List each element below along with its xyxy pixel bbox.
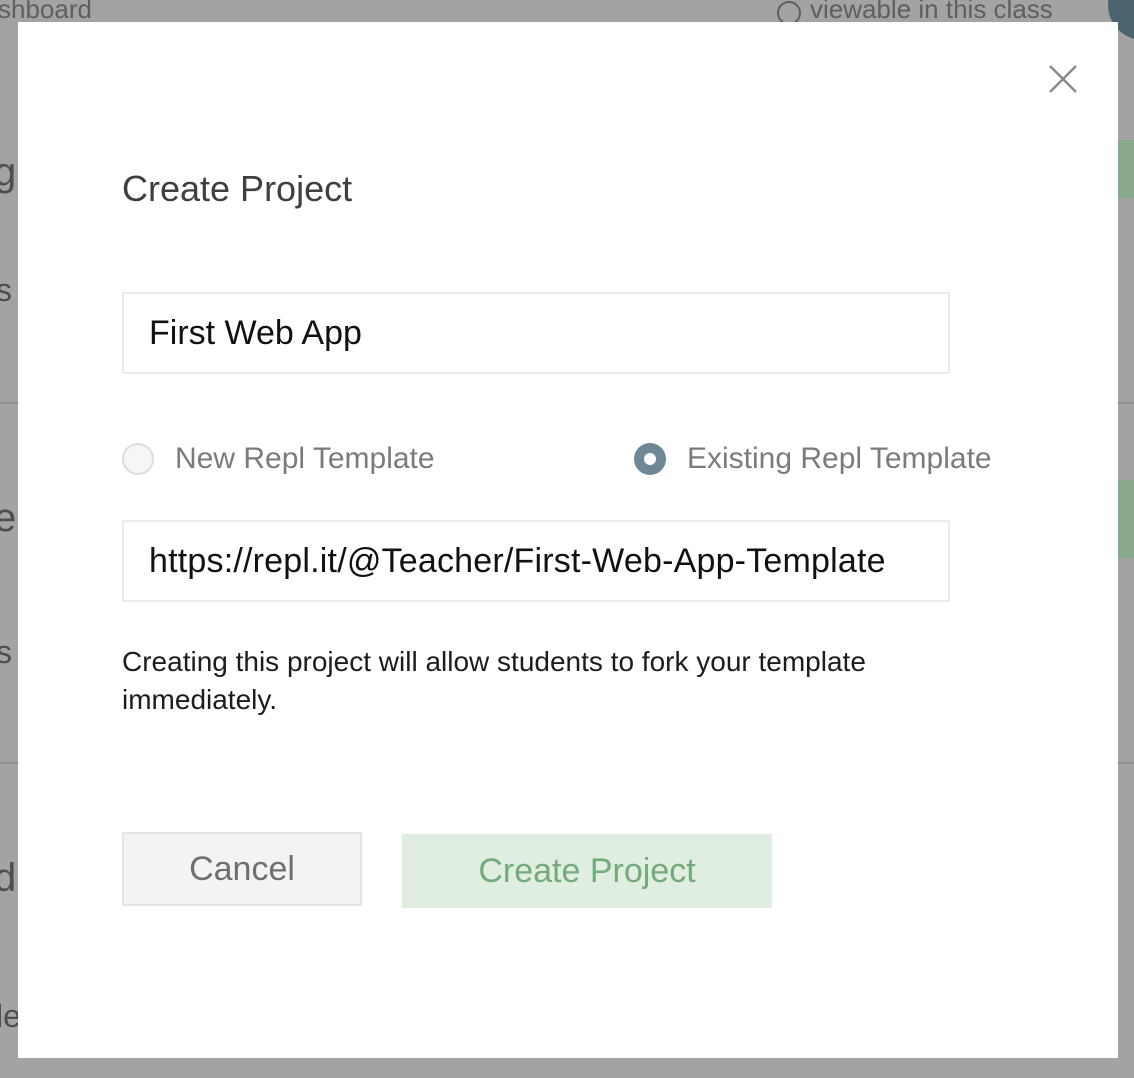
background-green-badge (1118, 480, 1134, 558)
background-divider (1118, 402, 1134, 404)
background-text-fragment: d (0, 856, 17, 900)
background-text-fragment: s (0, 272, 12, 308)
new-repl-template-option[interactable]: New Repl Template (122, 441, 435, 477)
fork-hint-text: Creating this project will allow student… (122, 646, 866, 715)
background-divider (0, 762, 18, 764)
background-text-fragment: s (0, 634, 12, 670)
background-text-fragment: e (0, 496, 17, 540)
project-name-input[interactable]: First Web App (122, 292, 950, 374)
existing-repl-template-option[interactable]: Existing Repl Template (634, 441, 992, 477)
dialog-title: Create Project (122, 168, 353, 209)
existing-template-radio[interactable] (634, 443, 666, 475)
create-project-dialog: Create Project First Web App New Repl Te… (18, 22, 1118, 1058)
close-button[interactable] (1043, 59, 1083, 99)
create-project-button[interactable]: Create Project (402, 834, 772, 908)
background-divider (0, 402, 18, 404)
background-green-badge (1118, 140, 1134, 198)
template-url-input[interactable]: https://repl.it/@Teacher/First-Web-App-T… (122, 520, 950, 602)
existing-template-label: Existing Repl Template (687, 442, 992, 475)
new-template-label: New Repl Template (175, 442, 435, 475)
background-divider (1118, 762, 1134, 764)
close-icon (1049, 65, 1077, 93)
background-text-fragment: g (0, 150, 17, 194)
new-template-radio[interactable] (122, 443, 154, 475)
cancel-button[interactable]: Cancel (122, 832, 362, 906)
